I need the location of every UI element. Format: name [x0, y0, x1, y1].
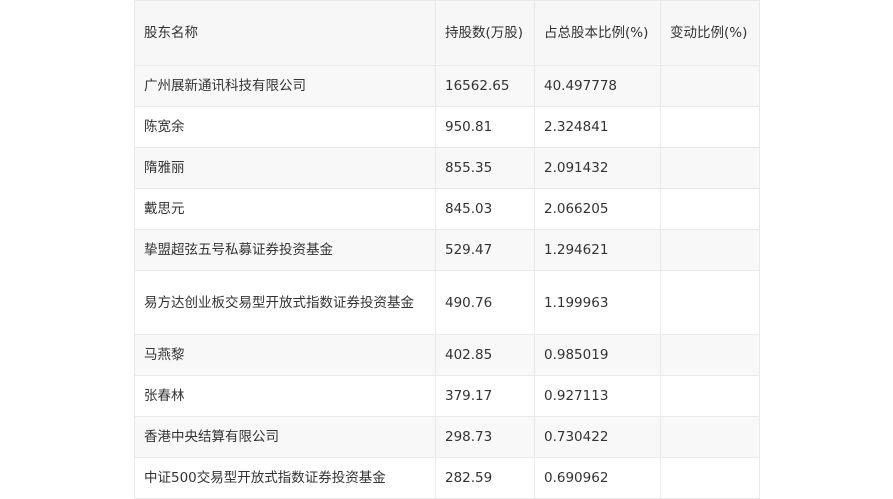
- cell-name: 陈宽余: [134, 106, 436, 148]
- table-row: 戴思元 845.03 2.066205: [134, 188, 760, 230]
- table-row: 挚盟超弦五号私募证券投资基金 529.47 1.294621: [134, 229, 760, 271]
- cell-shares: 950.81: [435, 106, 535, 148]
- cell-ratio: 2.324841: [534, 106, 661, 148]
- table-row: 香港中央结算有限公司 298.73 0.730422: [134, 416, 760, 458]
- table-row: 中证500交易型开放式指数证券投资基金 282.59 0.690962: [134, 457, 760, 499]
- cell-name: 易方达创业板交易型开放式指数证券投资基金: [134, 270, 436, 335]
- cell-ratio: 1.294621: [534, 229, 661, 271]
- cell-shares: 379.17: [435, 375, 535, 417]
- header-shares: 持股数(万股): [435, 0, 535, 66]
- table-row: 陈宽余 950.81 2.324841: [134, 106, 760, 148]
- cell-shares: 298.73: [435, 416, 535, 458]
- cell-ratio: 2.066205: [534, 188, 661, 230]
- cell-change: [660, 106, 760, 148]
- cell-ratio: 0.985019: [534, 334, 661, 376]
- cell-ratio: 1.199963: [534, 270, 661, 335]
- table-row: 广州展新通讯科技有限公司 16562.65 40.497778: [134, 65, 760, 107]
- cell-ratio: 0.690962: [534, 457, 661, 499]
- cell-change: [660, 147, 760, 189]
- cell-name: 隋雅丽: [134, 147, 436, 189]
- cell-ratio: 2.091432: [534, 147, 661, 189]
- cell-shares: 282.59: [435, 457, 535, 499]
- cell-name: 张春林: [134, 375, 436, 417]
- header-ratio: 占总股本比例(%): [534, 0, 661, 66]
- cell-name: 马燕黎: [134, 334, 436, 376]
- cell-shares: 855.35: [435, 147, 535, 189]
- table-header-row: 股东名称 持股数(万股) 占总股本比例(%) 变动比例(%): [134, 0, 760, 66]
- table-row: 易方达创业板交易型开放式指数证券投资基金 490.76 1.199963: [134, 270, 760, 335]
- cell-change: [660, 334, 760, 376]
- table-row: 张春林 379.17 0.927113: [134, 375, 760, 417]
- cell-ratio: 0.730422: [534, 416, 661, 458]
- cell-ratio: 0.927113: [534, 375, 661, 417]
- table-row: 马燕黎 402.85 0.985019: [134, 334, 760, 376]
- cell-change: [660, 65, 760, 107]
- cell-change: [660, 416, 760, 458]
- cell-ratio: 40.497778: [534, 65, 661, 107]
- cell-change: [660, 270, 760, 335]
- cell-name: 广州展新通讯科技有限公司: [134, 65, 436, 107]
- cell-change: [660, 229, 760, 271]
- shareholder-table: 股东名称 持股数(万股) 占总股本比例(%) 变动比例(%) 广州展新通讯科技有…: [134, 0, 760, 499]
- cell-name: 戴思元: [134, 188, 436, 230]
- cell-name: 中证500交易型开放式指数证券投资基金: [134, 457, 436, 499]
- cell-change: [660, 375, 760, 417]
- cell-name: 香港中央结算有限公司: [134, 416, 436, 458]
- header-shareholder-name: 股东名称: [134, 0, 436, 66]
- cell-shares: 529.47: [435, 229, 535, 271]
- cell-shares: 402.85: [435, 334, 535, 376]
- cell-change: [660, 457, 760, 499]
- shareholder-table-container: 股东名称 持股数(万股) 占总股本比例(%) 变动比例(%) 广州展新通讯科技有…: [134, 0, 760, 499]
- table-row: 隋雅丽 855.35 2.091432: [134, 147, 760, 189]
- cell-change: [660, 188, 760, 230]
- cell-shares: 845.03: [435, 188, 535, 230]
- cell-shares: 490.76: [435, 270, 535, 335]
- cell-name: 挚盟超弦五号私募证券投资基金: [134, 229, 436, 271]
- header-change-ratio: 变动比例(%): [660, 0, 760, 66]
- cell-shares: 16562.65: [435, 65, 535, 107]
